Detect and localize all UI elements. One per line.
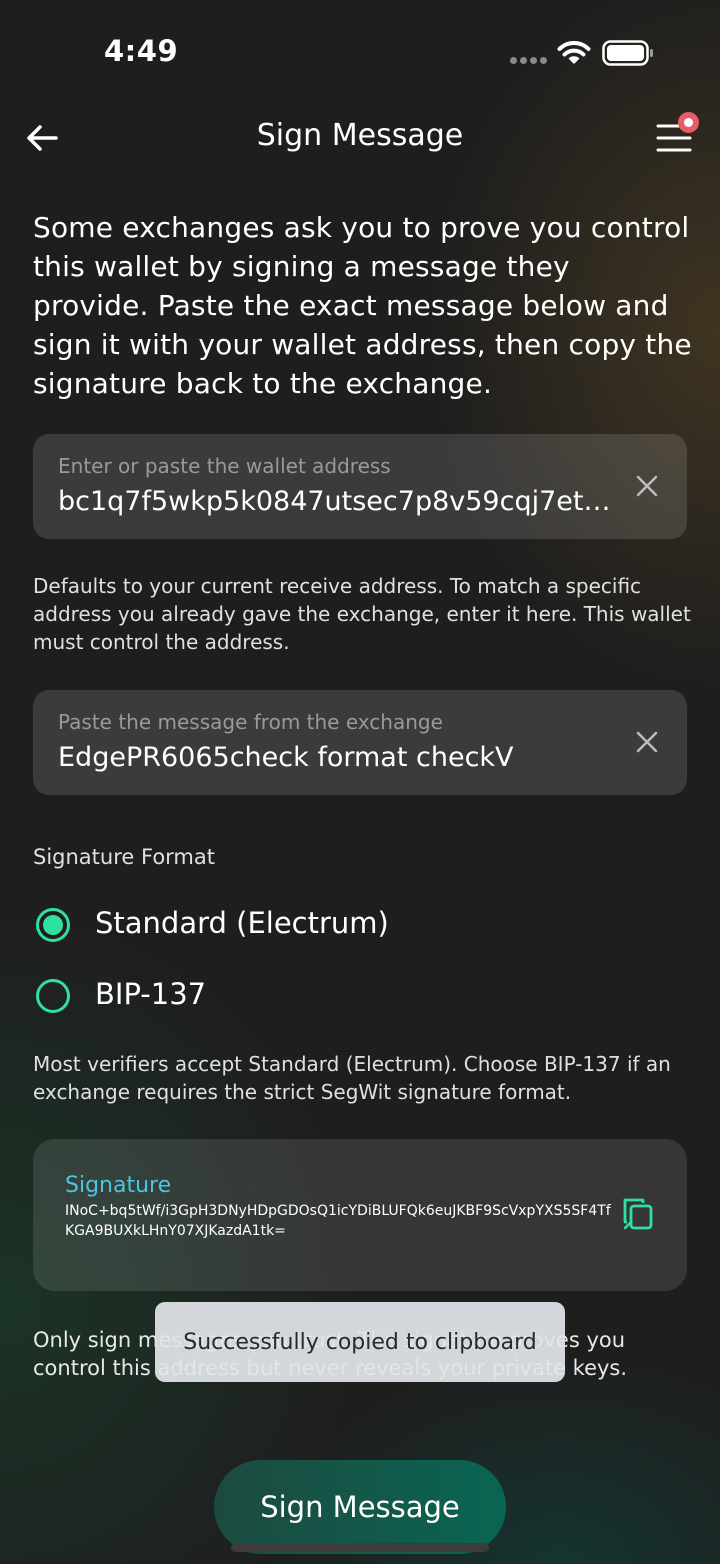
signature-format-label: Signature Format: [33, 845, 215, 869]
clear-address-icon[interactable]: [635, 474, 659, 498]
address-help-text: Defaults to your current receive address…: [33, 574, 691, 654]
wifi-icon: [557, 41, 591, 64]
status-time: 4:49: [104, 34, 179, 68]
address-field-label: Enter or paste the wallet address: [58, 454, 391, 478]
address-field[interactable]: Enter or paste the wallet address bc1q7f…: [33, 434, 687, 539]
battery-icon: [602, 40, 653, 66]
copy-icon[interactable]: [621, 1197, 655, 1233]
sign-message-button[interactable]: Sign Message: [214, 1460, 506, 1554]
message-field[interactable]: Paste the message from the exchange Edge…: [33, 690, 687, 795]
format-option-label: Standard (Electrum): [95, 906, 389, 940]
signature-title: Signature: [65, 1173, 172, 1198]
radio-selected-icon[interactable]: [36, 908, 70, 942]
cellular-signal-icon: [510, 57, 548, 65]
intro-text: Some exchanges ask you to prove you cont…: [33, 211, 692, 400]
message-field-label: Paste the message from the exchange: [58, 710, 443, 734]
format-help-text: Most verifiers accept Standard (Electrum…: [33, 1052, 671, 1104]
format-option-bip137[interactable]: BIP-137: [33, 971, 533, 1021]
page-title: Sign Message: [256, 118, 464, 153]
radio-unselected-icon[interactable]: [36, 979, 70, 1013]
message-field-value[interactable]: EdgePR6065check format checkV: [58, 742, 618, 773]
format-option-standard[interactable]: Standard (Electrum): [33, 900, 533, 950]
format-option-label: BIP-137: [95, 977, 207, 1011]
signature-card: Signature INoC+bq5tWf/i3GpH3DNyHDpGDOsQ1…: [33, 1139, 687, 1291]
clear-message-icon[interactable]: [635, 730, 659, 754]
signature-value: INoC+bq5tWf/i3GpH3DNyHDpGDOsQ1icYDiBLUFQ…: [65, 1203, 611, 1239]
address-field-value[interactable]: bc1q7f5wkp5k0847utsec7p8v59cqj7et6...: [58, 486, 618, 517]
home-indicator: [231, 1543, 489, 1552]
copied-toast: Successfully copied to clipboard: [155, 1302, 565, 1382]
notification-badge: [678, 112, 699, 133]
